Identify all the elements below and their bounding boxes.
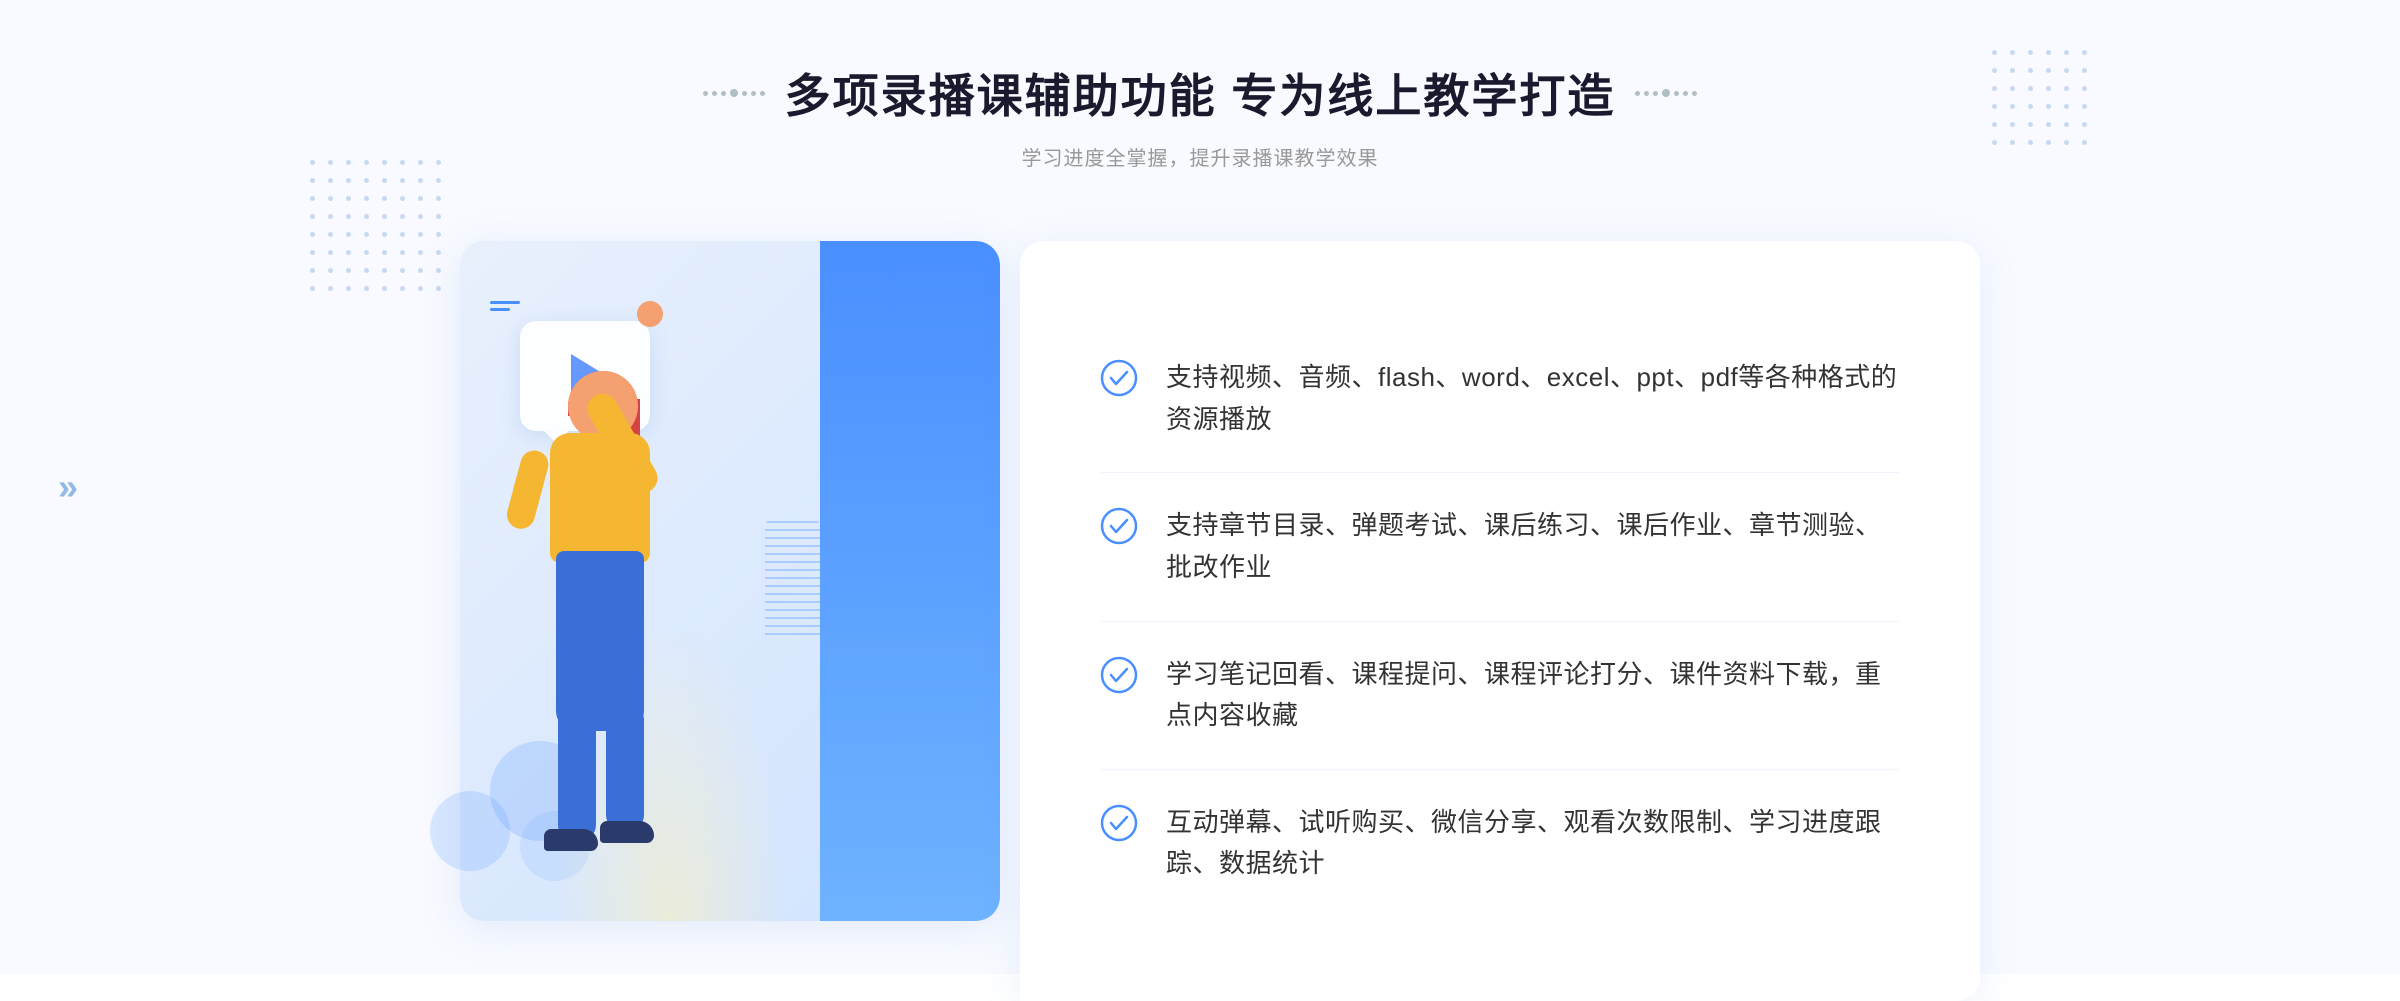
feature-item: 学习笔记回看、课程提问、课程评论打分、课件资料下载，重点内容收藏	[1100, 622, 1900, 770]
feature-text-2: 支持章节目录、弹题考试、课后练习、课后作业、章节测验、批改作业	[1166, 505, 1900, 588]
check-circle-icon-3	[1100, 656, 1138, 694]
feature-text-3: 学习笔记回看、课程提问、课程评论打分、课件资料下载，重点内容收藏	[1166, 654, 1900, 737]
page-title: 多项录播课辅助功能 专为线上教学打造	[785, 60, 1616, 126]
feature-text-4: 互动弹幕、试听购买、微信分享、观看次数限制、学习进度跟踪、数据统计	[1166, 802, 1900, 885]
person-body	[550, 433, 650, 563]
title-decorator-left	[703, 89, 765, 97]
page-subtitle: 学习进度全掌握，提升录播课教学效果	[703, 142, 1698, 171]
features-panel: 支持视频、音频、flash、word、excel、ppt、pdf等各种格式的资源…	[1020, 241, 1980, 1001]
feature-item: 支持视频、音频、flash、word、excel、ppt、pdf等各种格式的资源…	[1100, 325, 1900, 473]
person-shoe-left	[544, 829, 598, 851]
title-row: 多项录播课辅助功能 专为线上教学打造	[703, 60, 1698, 126]
check-circle-icon-4	[1100, 804, 1138, 842]
deco-lines	[490, 301, 520, 315]
person-figure	[500, 371, 720, 921]
illustration-area	[420, 211, 1040, 971]
chevron-left-decoration: »	[58, 466, 70, 508]
illustration-card	[460, 241, 1000, 921]
check-circle-icon-1	[1100, 359, 1138, 397]
circle-deco-outer	[430, 791, 510, 871]
blue-panel	[820, 241, 1000, 921]
feature-item: 支持章节目录、弹题考试、课后练习、课后作业、章节测验、批改作业	[1100, 473, 1900, 621]
feature-text-1: 支持视频、音频、flash、word、excel、ppt、pdf等各种格式的资源…	[1166, 357, 1900, 440]
person-shoe-right	[600, 821, 654, 843]
check-circle-icon-2	[1100, 507, 1138, 545]
person-leg-right	[606, 711, 644, 831]
header-section: 多项录播课辅助功能 专为线上教学打造 学习进度全掌握，提升录播课教学效果	[703, 60, 1698, 171]
content-area: 支持视频、音频、flash、word、excel、ppt、pdf等各种格式的资源…	[420, 211, 1980, 971]
person-arm-left	[504, 447, 552, 532]
person-leg-left	[558, 711, 596, 841]
title-decorator-right	[1635, 89, 1697, 97]
page-wrapper: » 多项录播课辅助功能 专为线上教学打造 学习进度全掌握，提升录播课教学效果	[0, 0, 2400, 974]
person-pants	[556, 551, 644, 731]
feature-item: 互动弹幕、试听购买、微信分享、观看次数限制、学习进度跟踪、数据统计	[1100, 770, 1900, 917]
dot-pattern-right	[1992, 50, 2090, 148]
